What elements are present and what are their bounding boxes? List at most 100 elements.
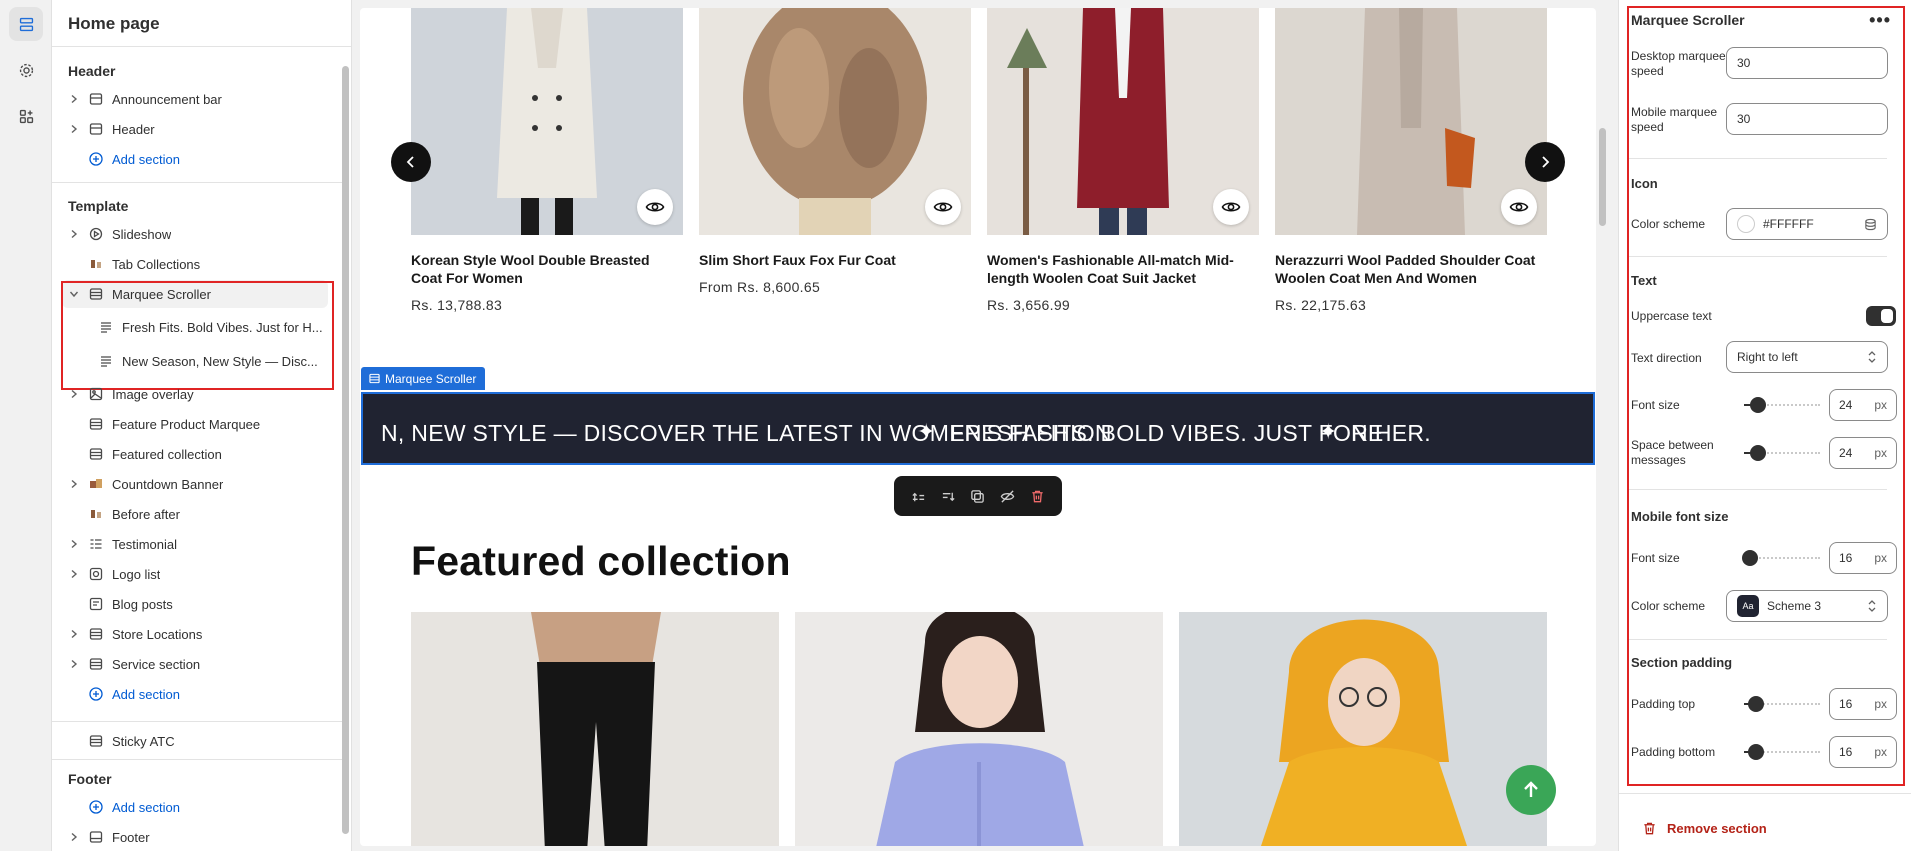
product-title[interactable]: Women's Fashionable All-match Mid-length…	[987, 251, 1259, 287]
desktop-speed-label: Desktop marquee speed	[1631, 49, 1726, 78]
move-up-icon[interactable]	[908, 485, 930, 507]
add-section-template-button[interactable]: Add section	[62, 680, 328, 708]
chevron-right-icon[interactable]	[66, 566, 82, 582]
selected-section-tag[interactable]: Marquee Scroller	[361, 367, 486, 390]
group-header-title: Header	[68, 63, 116, 79]
add-circle-icon	[88, 686, 104, 702]
font-size-slider[interactable]	[1744, 397, 1820, 413]
chevron-right-icon[interactable]	[66, 226, 82, 242]
sidebar-item-label: Logo list	[112, 566, 161, 582]
chevron-right-icon[interactable]	[66, 626, 82, 642]
font-size-input[interactable]: 24 px	[1829, 389, 1897, 421]
chevron-right-icon[interactable]	[66, 656, 82, 672]
sidebar-item-slideshow[interactable]: Slideshow	[62, 220, 328, 248]
mobile-speed-input[interactable]: 30	[1726, 103, 1888, 135]
icon-color-label: Color scheme	[1631, 217, 1706, 231]
quick-view-eye-icon[interactable]	[637, 189, 673, 225]
more-actions-icon[interactable]: •••	[1869, 10, 1891, 31]
collection-product-image[interactable]	[1179, 612, 1547, 846]
product-card[interactable]: Women's Fashionable All-match Mid-length…	[987, 8, 1259, 313]
padding-bottom-slider[interactable]	[1744, 744, 1820, 760]
quick-view-eye-icon[interactable]	[925, 189, 961, 225]
mobile-font-size-input[interactable]: 16 px	[1829, 542, 1897, 574]
sections-icon[interactable]	[9, 7, 43, 41]
sidebar-item-label: Slideshow	[112, 226, 172, 242]
font-size-label: Font size	[1631, 398, 1680, 412]
uppercase-toggle[interactable]	[1866, 306, 1896, 326]
product-image[interactable]	[987, 8, 1259, 235]
icon-color-value: #FFFFFF	[1763, 217, 1814, 231]
padding-top-input[interactable]: 16 px	[1829, 688, 1897, 720]
padding-top-slider[interactable]	[1744, 696, 1820, 712]
add-section-footer-button[interactable]: Add section	[62, 793, 328, 821]
product-image[interactable]	[699, 8, 971, 235]
padding-bottom-input[interactable]: 16 px	[1829, 736, 1897, 768]
sidebar-item-label: Header	[112, 121, 155, 137]
product-card[interactable]: Slim Short Faux Fox Fur Coat From Rs. 8,…	[699, 8, 971, 295]
sidebar-scrollbar[interactable]	[340, 52, 350, 847]
icon-color-picker[interactable]: #FFFFFF	[1726, 208, 1888, 240]
remove-section-button[interactable]: Remove section	[1642, 821, 1767, 836]
mobile-font-size-slider[interactable]	[1742, 550, 1820, 566]
sidebar-item-announcement-bar[interactable]: Announcement bar	[62, 85, 328, 113]
icon-rail	[0, 0, 52, 851]
sidebar-item-before-after[interactable]: Before after	[62, 500, 328, 528]
chevron-right-icon[interactable]	[66, 536, 82, 552]
sidebar-item-countdown-banner[interactable]: Countdown Banner	[62, 470, 328, 498]
sidebar-item-logo-list[interactable]: Logo list	[62, 560, 328, 588]
carousel-prev-button[interactable]	[391, 142, 431, 182]
chevron-right-icon[interactable]	[66, 386, 82, 402]
apps-icon[interactable]	[9, 99, 43, 133]
mobile-font-heading: Mobile font size	[1631, 509, 1729, 524]
sidebar-item-image-overlay[interactable]: Image overlay	[62, 380, 328, 408]
collection-product-image[interactable]	[411, 612, 779, 846]
product-card[interactable]: Korean Style Wool Double Breasted Coat F…	[411, 8, 683, 313]
chevron-right-icon[interactable]	[66, 476, 82, 492]
desktop-speed-input[interactable]: 30	[1726, 47, 1888, 79]
space-between-slider[interactable]	[1744, 445, 1820, 461]
chevron-right-icon[interactable]	[66, 91, 82, 107]
page-title: Home page	[68, 14, 160, 33]
preview-scrollbar[interactable]	[1596, 8, 1608, 846]
sidebar-item-sticky-atc[interactable]: Sticky ATC	[62, 727, 328, 755]
chevron-right-icon[interactable]	[66, 829, 82, 845]
collection-product-image[interactable]	[795, 612, 1163, 846]
section-icon	[88, 626, 104, 642]
text-direction-value: Right to left	[1737, 350, 1798, 364]
product-card[interactable]: Nerazzurri Wool Padded Shoulder Coat Woo…	[1275, 8, 1547, 313]
move-down-icon[interactable]	[937, 485, 959, 507]
gear-icon[interactable]	[9, 53, 43, 87]
product-title[interactable]: Korean Style Wool Double Breasted Coat F…	[411, 251, 683, 287]
sidebar-item-label: Testimonial	[112, 536, 178, 552]
sidebar-item-tab-collections[interactable]: Tab Collections	[62, 250, 328, 278]
sidebar-item-feature-product-marquee[interactable]: Feature Product Marquee	[62, 410, 328, 438]
sidebar-item-featured-collection[interactable]: Featured collection	[62, 440, 328, 468]
product-image[interactable]	[1275, 8, 1547, 235]
sidebar-item-testimonial[interactable]: Testimonial	[62, 530, 328, 558]
text-direction-select[interactable]: Right to left	[1726, 341, 1888, 373]
product-title[interactable]: Slim Short Faux Fox Fur Coat	[699, 251, 971, 269]
sidebar-item-store-locations[interactable]: Store Locations	[62, 620, 328, 648]
duplicate-icon[interactable]	[967, 485, 989, 507]
carousel-next-button[interactable]	[1525, 142, 1565, 182]
sidebar-item-footer[interactable]: Footer	[62, 823, 328, 851]
product-title[interactable]: Nerazzurri Wool Padded Shoulder Coat Woo…	[1275, 251, 1547, 287]
quick-view-eye-icon[interactable]	[1213, 189, 1249, 225]
space-between-input[interactable]: 24 px	[1829, 437, 1897, 469]
theme-editor: Home page Header Announcement bar Header…	[0, 0, 1911, 851]
sidebar-item-blog-posts[interactable]: Blog posts	[62, 590, 328, 618]
scroll-to-top-button[interactable]	[1506, 765, 1556, 815]
add-section-header-button[interactable]: Add section	[62, 145, 328, 173]
hide-eye-icon[interactable]	[997, 485, 1019, 507]
remove-section-label: Remove section	[1667, 821, 1767, 836]
quick-view-eye-icon[interactable]	[1501, 189, 1537, 225]
chevron-right-icon[interactable]	[66, 121, 82, 137]
sidebar-item-header[interactable]: Header	[62, 115, 328, 143]
delete-icon[interactable]	[1026, 485, 1048, 507]
product-image[interactable]	[411, 8, 683, 235]
database-icon	[1865, 218, 1876, 230]
sidebar-item-service-section[interactable]: Service section	[62, 650, 328, 678]
color-scheme-select[interactable]: Aa Scheme 3	[1726, 590, 1888, 622]
marquee-scroller-section[interactable]: N, NEW STYLE — DISCOVER THE LATEST IN WO…	[361, 392, 1595, 465]
add-circle-icon	[88, 799, 104, 815]
